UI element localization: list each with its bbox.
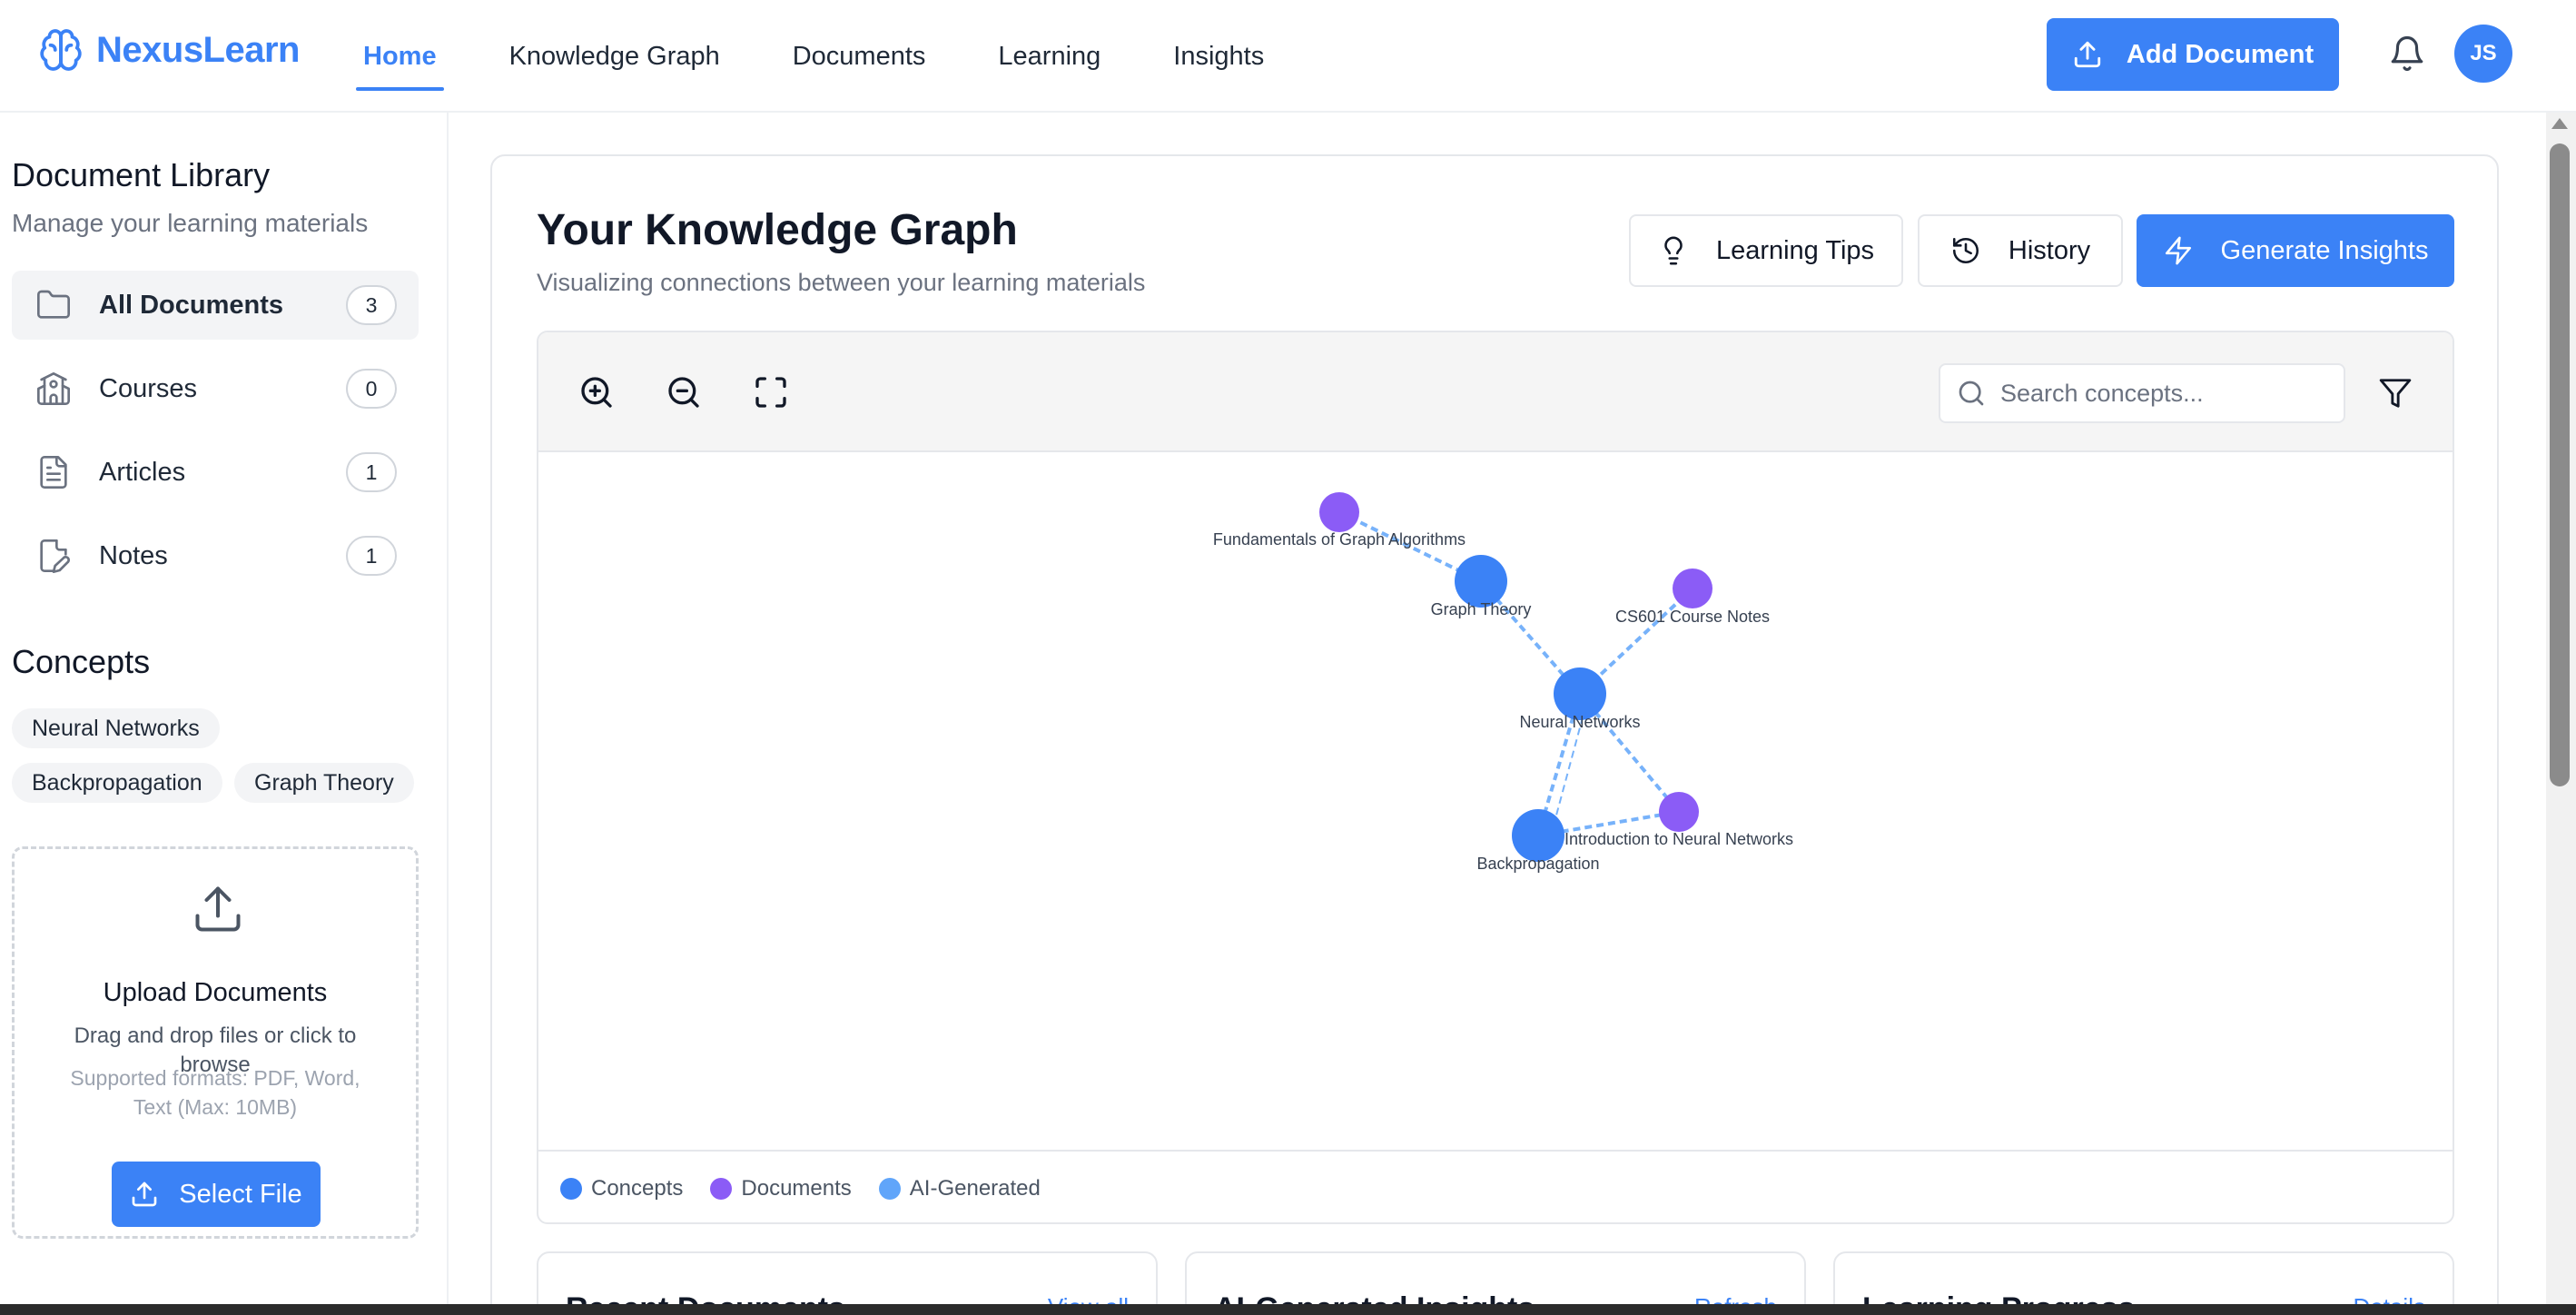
lightbulb-icon bbox=[1664, 236, 1683, 265]
graph-node-inn[interactable] bbox=[1659, 792, 1699, 832]
zoom-in-icon[interactable] bbox=[578, 374, 615, 410]
graph-node-label-bp: Backpropagation bbox=[1476, 855, 1599, 873]
nav-item-documents[interactable]: Documents bbox=[793, 0, 926, 113]
legend-label: Documents bbox=[741, 1176, 852, 1201]
add-document-label: Add Document bbox=[2126, 39, 2314, 69]
search-input[interactable] bbox=[2000, 379, 2327, 408]
folder-icon bbox=[37, 290, 70, 319]
concept-chip-backpropagation[interactable]: Backpropagation bbox=[12, 763, 222, 803]
graph-node-label-gt: Graph Theory bbox=[1431, 600, 1532, 618]
nav-item-learning[interactable]: Learning bbox=[998, 0, 1100, 113]
select-file-button[interactable]: Select File bbox=[112, 1162, 321, 1227]
upload-icon bbox=[2074, 41, 2101, 68]
sidebar-item-articles[interactable]: Articles 1 bbox=[12, 438, 419, 507]
filter-icon[interactable] bbox=[2378, 376, 2413, 410]
page-title: Your Knowledge Graph bbox=[537, 206, 1018, 254]
upload-title: Upload Documents bbox=[103, 978, 328, 1007]
scroll-up-arrow-icon[interactable] bbox=[2551, 118, 2568, 129]
graph-node-fga[interactable] bbox=[1319, 492, 1359, 532]
brain-icon bbox=[40, 29, 82, 71]
history-icon bbox=[1952, 237, 1979, 264]
history-button[interactable]: History bbox=[1918, 214, 2123, 287]
document-icon bbox=[40, 456, 67, 489]
app-root: NexusLearn Home Knowledge Graph Document… bbox=[0, 0, 2576, 1315]
knowledge-graph-canvas[interactable]: Fundamentals of Graph Algorithms Graph Th… bbox=[538, 454, 2453, 1152]
sidebar-item-notes[interactable]: Notes 1 bbox=[12, 521, 419, 590]
bell-icon[interactable] bbox=[2388, 35, 2426, 73]
school-icon bbox=[37, 372, 70, 405]
user-avatar[interactable]: JS bbox=[2454, 25, 2512, 83]
sidebar-title: Document Library bbox=[12, 156, 271, 193]
count-badge: 0 bbox=[346, 369, 397, 409]
upload-dropzone[interactable]: Upload Documents Drag and drop files or … bbox=[12, 846, 419, 1239]
taskbar-strip bbox=[0, 1304, 2576, 1315]
top-navigation-bar: NexusLearn Home Knowledge Graph Document… bbox=[0, 0, 2576, 113]
sidebar-subtitle: Manage your learning materials bbox=[12, 209, 369, 237]
concept-chip-graph-theory[interactable]: Graph Theory bbox=[234, 763, 414, 803]
graph-node-label-fga: Fundamentals of Graph Algorithms bbox=[1213, 530, 1466, 549]
count-badge: 3 bbox=[346, 285, 397, 325]
legend-label: Concepts bbox=[591, 1176, 684, 1201]
legend-swatch bbox=[878, 1178, 901, 1200]
sidebar-item-label: Articles bbox=[99, 457, 186, 487]
concepts-title: Concepts bbox=[12, 643, 151, 680]
sidebar-item-courses[interactable]: Courses 0 bbox=[12, 354, 419, 423]
concept-chip-neural-networks[interactable]: Neural Networks bbox=[12, 708, 220, 748]
upload-icon bbox=[195, 886, 241, 932]
count-badge: 1 bbox=[346, 452, 397, 492]
count-badge: 1 bbox=[346, 536, 397, 576]
fullscreen-icon[interactable] bbox=[753, 374, 789, 410]
graph-toolbar bbox=[538, 332, 2453, 452]
add-document-button[interactable]: Add Document bbox=[2047, 18, 2339, 91]
nav-item-home[interactable]: Home bbox=[356, 0, 444, 113]
sidebar-item-all-documents[interactable]: All Documents 3 bbox=[12, 271, 419, 340]
legend-swatch bbox=[560, 1178, 582, 1200]
nav-item-insights[interactable]: Insights bbox=[1173, 0, 1264, 113]
history-label: History bbox=[2008, 235, 2091, 265]
graph-node-cs[interactable] bbox=[1673, 569, 1712, 608]
concept-search[interactable] bbox=[1939, 363, 2345, 423]
graph-node-label-cs: CS601 Course Notes bbox=[1615, 608, 1770, 626]
scrollbar-thumb[interactable] bbox=[2550, 143, 2570, 786]
sidebar-item-label: Courses bbox=[99, 373, 197, 403]
note-icon bbox=[40, 539, 70, 573]
legend-swatch bbox=[710, 1178, 733, 1200]
graph-node-label-inn: Introduction to Neural Networks bbox=[1564, 830, 1793, 848]
search-icon bbox=[1959, 381, 1984, 406]
nav-item-knowledge-graph[interactable]: Knowledge Graph bbox=[509, 0, 720, 113]
learning-tips-button[interactable]: Learning Tips bbox=[1629, 214, 1903, 287]
legend-item-ai-generated: AI-Generated bbox=[878, 1176, 1041, 1201]
learning-tips-label: Learning Tips bbox=[1715, 235, 1875, 265]
graph-legend: Concepts Documents AI-Generated bbox=[538, 1150, 2453, 1222]
legend-item-documents: Documents bbox=[710, 1176, 852, 1201]
upload-formats: Supported formats: PDF, Word, Text (Max:… bbox=[70, 1066, 360, 1119]
upload-icon bbox=[132, 1182, 157, 1207]
lightning-icon bbox=[2165, 236, 2191, 265]
sidebar: Document Library Manage your learning ma… bbox=[0, 113, 449, 1315]
legend-item-concepts: Concepts bbox=[560, 1176, 683, 1201]
brand-name: NexusLearn bbox=[96, 29, 300, 70]
graph-panel: Fundamentals of Graph Algorithms Graph Th… bbox=[537, 331, 2454, 1224]
sidebar-item-label: All Documents bbox=[99, 290, 284, 320]
select-file-label: Select File bbox=[179, 1179, 302, 1209]
brand-logo[interactable]: NexusLearn bbox=[38, 27, 300, 73]
page-subtitle: Visualizing connections between your lea… bbox=[537, 269, 1146, 296]
generate-insights-label: Generate Insights bbox=[2220, 235, 2429, 265]
sidebar-item-label: Notes bbox=[99, 540, 168, 570]
graph-node-label-nn: Neural Networks bbox=[1519, 713, 1640, 731]
generate-insights-button[interactable]: Generate Insights bbox=[2137, 214, 2454, 287]
legend-label: AI-Generated bbox=[909, 1176, 1041, 1201]
zoom-out-icon[interactable] bbox=[666, 374, 702, 410]
main-nav: Home Knowledge Graph Documents Learning … bbox=[356, 0, 1337, 113]
